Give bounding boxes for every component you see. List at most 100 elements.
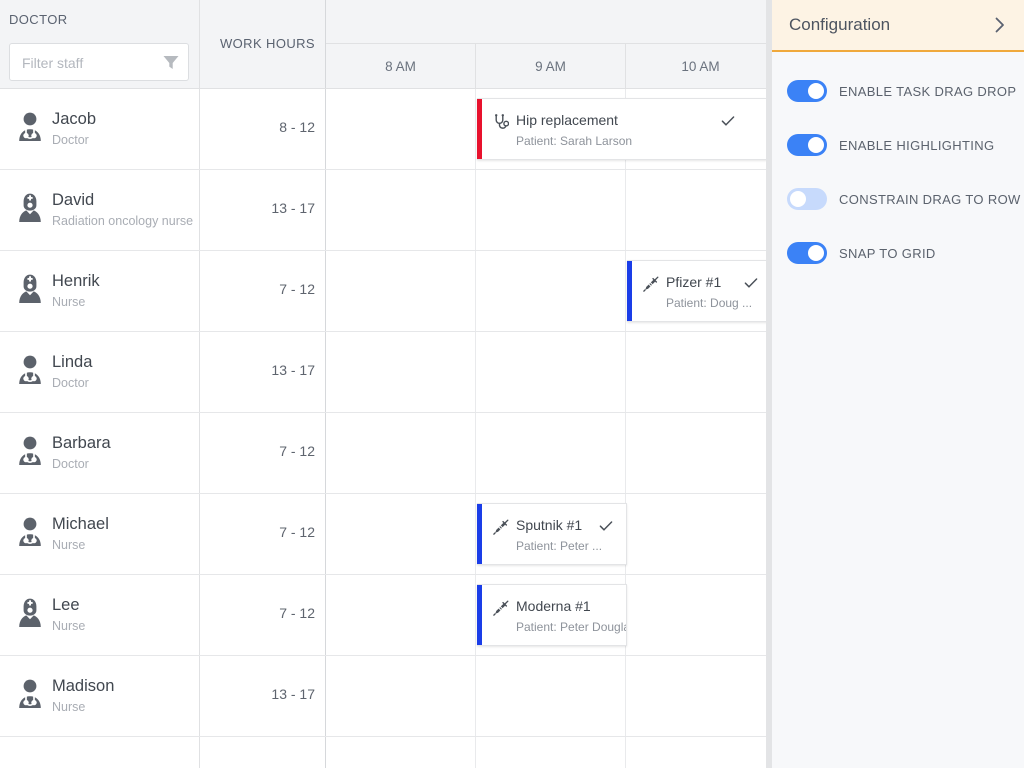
timeline-cell[interactable] <box>476 170 626 250</box>
event-title: Hip replacement <box>516 112 618 128</box>
config-option-row[interactable]: CONSTRAIN DRAG TO ROW <box>787 187 1021 211</box>
timeline-cell[interactable] <box>626 656 772 736</box>
scheduler-row[interactable] <box>0 737 772 768</box>
row-timeline[interactable] <box>326 656 772 736</box>
doctor-avatar-icon <box>16 111 44 141</box>
timeline-cell[interactable] <box>626 332 772 412</box>
event-done-check-icon[interactable] <box>744 276 758 290</box>
timeline-cell[interactable] <box>476 251 626 331</box>
scheduler-row[interactable]: Barbara Doctor 7 - 12 <box>0 413 772 494</box>
staff-cell[interactable]: David Radiation oncology nurse <box>0 170 200 250</box>
timeline-cell[interactable] <box>326 494 476 574</box>
work-hours-cell <box>200 737 326 768</box>
row-timeline[interactable] <box>326 737 772 768</box>
filter-staff-box[interactable] <box>9 43 189 82</box>
work-hours-value: 8 - 12 <box>279 119 315 135</box>
config-option-label: ENABLE HIGHLIGHTING <box>839 137 995 153</box>
timeline-cell[interactable] <box>326 89 476 169</box>
staff-role: Nurse <box>52 538 86 552</box>
timeline-cell[interactable] <box>326 332 476 412</box>
work-hours-value: 7 - 12 <box>279 524 315 540</box>
chevron-right-icon[interactable] <box>990 15 1010 35</box>
time-axis-header: 8 AM 9 AM 10 AM <box>326 0 766 88</box>
timeline-cell[interactable] <box>626 413 772 493</box>
staff-cell[interactable]: Barbara Doctor <box>0 413 200 493</box>
nurse-avatar-icon <box>16 273 44 303</box>
config-option-row[interactable]: ENABLE TASK DRAG DROP <box>787 79 1016 103</box>
staff-cell[interactable]: Henrik Nurse <box>0 251 200 331</box>
timeline-cell[interactable] <box>326 251 476 331</box>
filter-staff-input[interactable] <box>20 44 154 82</box>
row-timeline[interactable] <box>326 170 772 250</box>
staff-name: Lee <box>52 596 80 614</box>
work-hours-value: 7 - 12 <box>279 443 315 459</box>
config-toggle-switch[interactable] <box>787 188 827 210</box>
event-title: Pfizer #1 <box>666 274 722 290</box>
scheduler-row[interactable]: Madison Nurse 13 - 17 <box>0 656 772 737</box>
timeline-cell[interactable] <box>326 170 476 250</box>
timeline-cell[interactable] <box>326 737 476 768</box>
event-accent-bar <box>477 585 482 645</box>
toggle-knob <box>790 191 806 207</box>
event-card[interactable]: Hip replacement Patient: Sarah Larson <box>477 98 767 160</box>
funnel-icon[interactable] <box>163 55 179 70</box>
event-done-check-icon[interactable] <box>721 114 735 128</box>
scheduler-row[interactable]: David Radiation oncology nurse 13 - 17 <box>0 170 772 251</box>
staff-column-header-label: DOCTOR <box>9 12 68 27</box>
staff-cell[interactable]: Jacob Doctor <box>0 89 200 169</box>
work-hours-value: 13 - 17 <box>271 200 315 216</box>
staff-name: Madison <box>52 677 115 695</box>
timeline-cell[interactable] <box>476 737 626 768</box>
work-hours-value: 13 - 17 <box>271 686 315 702</box>
timeline-cell[interactable] <box>476 332 626 412</box>
timeline-cell[interactable] <box>326 656 476 736</box>
scheduler-row[interactable]: Lee Nurse 7 - 12 <box>0 575 772 656</box>
staff-role: Doctor <box>52 133 89 147</box>
stethoscope-icon <box>493 114 510 130</box>
nurse-avatar-icon <box>16 192 44 222</box>
row-timeline[interactable] <box>326 332 772 412</box>
event-card[interactable]: Moderna #1 Patient: Peter Douglas <box>477 584 627 646</box>
doctor-avatar-icon <box>16 354 44 384</box>
config-toggle-switch[interactable] <box>787 242 827 264</box>
event-card[interactable]: Sputnik #1 Patient: Peter ... <box>477 503 627 565</box>
time-column-header: 8 AM <box>326 44 476 88</box>
event-card[interactable]: Pfizer #1 Patient: Doug ... <box>627 260 772 322</box>
config-option-row[interactable]: SNAP TO GRID <box>787 241 936 265</box>
scheduler-row[interactable]: Michael Nurse 7 - 12 <box>0 494 772 575</box>
row-timeline[interactable] <box>326 413 772 493</box>
staff-cell[interactable] <box>0 737 200 768</box>
timeline-cell[interactable] <box>326 413 476 493</box>
timeline-cell[interactable] <box>626 575 772 655</box>
staff-cell[interactable]: Michael Nurse <box>0 494 200 574</box>
event-accent-bar <box>477 99 482 159</box>
timeline-cell[interactable] <box>326 575 476 655</box>
configuration-title: Configuration <box>789 15 891 34</box>
scheduler-row[interactable]: Linda Doctor 13 - 17 <box>0 332 772 413</box>
config-toggle-switch[interactable] <box>787 134 827 156</box>
event-done-check-icon[interactable] <box>599 519 613 533</box>
work-hours-cell: 7 - 12 <box>200 413 326 493</box>
config-option-row[interactable]: ENABLE HIGHLIGHTING <box>787 133 994 157</box>
staff-role: Nurse <box>52 619 86 633</box>
timeline-cell[interactable] <box>626 170 772 250</box>
event-accent-bar <box>477 504 482 564</box>
staff-role: Nurse <box>52 295 86 309</box>
work-hours-cell: 13 - 17 <box>200 656 326 736</box>
timeline-cell[interactable] <box>626 737 772 768</box>
config-option-label: CONSTRAIN DRAG TO ROW <box>839 191 1021 207</box>
work-hours-value: 7 - 12 <box>279 281 315 297</box>
timeline-cell[interactable] <box>476 656 626 736</box>
scheduler-body[interactable]: Jacob Doctor 8 - 12 David Radiation oncology… <box>0 89 772 768</box>
staff-cell[interactable]: Linda Doctor <box>0 332 200 412</box>
work-hours-cell: 13 - 17 <box>200 332 326 412</box>
staff-cell[interactable]: Madison Nurse <box>0 656 200 736</box>
timeline-cell[interactable] <box>626 494 772 574</box>
event-patient: Patient: Doug ... <box>666 296 753 310</box>
configuration-panel: Configuration ENABLE TASK DRAG DROP ENABL… <box>772 0 1024 768</box>
staff-cell[interactable]: Lee Nurse <box>0 575 200 655</box>
event-patient: Patient: Sarah Larson <box>516 134 633 148</box>
config-toggle-switch[interactable] <box>787 80 827 102</box>
config-option-label: SNAP TO GRID <box>839 245 936 261</box>
timeline-cell[interactable] <box>476 413 626 493</box>
